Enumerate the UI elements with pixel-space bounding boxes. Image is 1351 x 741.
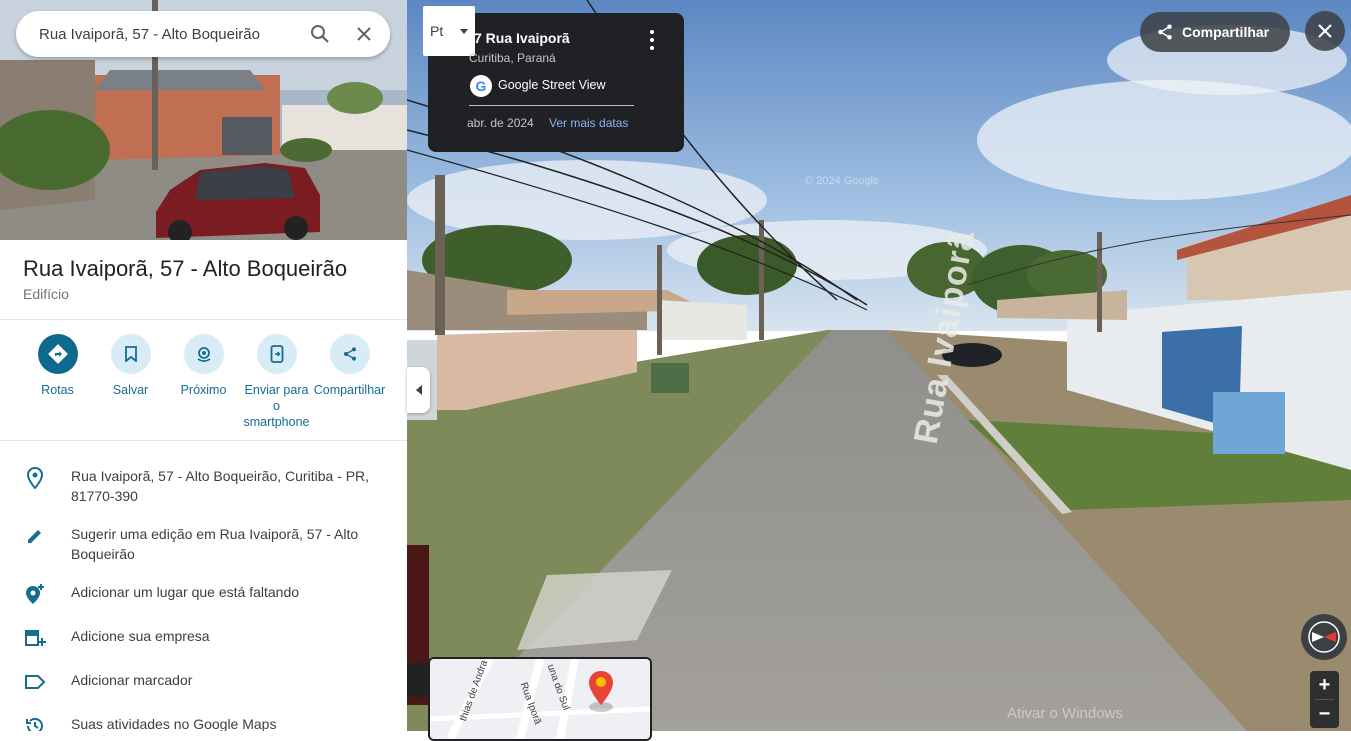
zoom-out-button[interactable]: − — [1310, 700, 1339, 728]
share-place-button[interactable]: Compartilhar — [313, 334, 386, 430]
collapse-panel-button[interactable] — [407, 367, 430, 413]
add-missing-place-row[interactable]: Adicionar um lugar que está faltando — [0, 572, 407, 614]
zoom-in-button[interactable]: + — [1310, 671, 1339, 699]
compass-button[interactable] — [1301, 614, 1347, 660]
layers-dropdown-button[interactable]: Pt — [423, 6, 475, 56]
place-side-panel: Rua Ivaiporã, 57 - Alto Boqueirão Rua Iv… — [0, 0, 407, 731]
place-title: Rua Ivaiporã, 57 - Alto Boqueirão — [23, 256, 348, 281]
share-button-label: Compartilhar — [1182, 24, 1270, 40]
pegman-marker-icon — [589, 671, 613, 712]
source-label: Google Street View — [498, 78, 606, 92]
city-name: Curitiba, Paraná — [469, 51, 556, 65]
close-street-view-button[interactable] — [1305, 11, 1345, 51]
add-business-text: Adicione sua empresa — [71, 628, 210, 644]
send-to-phone-icon — [256, 334, 297, 374]
share-icon — [329, 334, 370, 374]
more-dates-link[interactable]: Ver mais datas — [549, 116, 628, 130]
directions-button[interactable]: Rotas — [21, 334, 94, 430]
mini-map[interactable]: thias de Andra Rua Iporã una do Sul — [428, 657, 652, 741]
activity-row[interactable]: Suas atividades no Google Maps — [0, 702, 407, 731]
add-business-icon — [23, 626, 47, 650]
layers-label: Pt — [430, 23, 444, 39]
capture-date: abr. de 2024 — [467, 116, 534, 130]
share-place-label: Compartilhar — [313, 383, 386, 397]
windows-activation-watermark: Ativar o Windows — [1007, 705, 1123, 722]
card-divider — [469, 105, 634, 106]
add-label-text: Adicionar marcador — [71, 672, 193, 688]
directions-icon — [37, 334, 78, 374]
search-box[interactable]: Rua Ivaiporã, 57 - Alto Boqueirão — [16, 11, 390, 57]
google-logo-icon: G — [470, 75, 492, 97]
zoom-control: + − — [1310, 671, 1339, 728]
share-button[interactable]: Compartilhar — [1140, 12, 1290, 52]
divider — [0, 440, 407, 441]
chevron-left-icon — [415, 385, 422, 395]
location-pin-icon — [23, 466, 47, 490]
edit-pencil-icon — [23, 524, 47, 548]
clear-search-button[interactable] — [342, 12, 386, 56]
save-label: Salvar — [112, 383, 149, 397]
close-icon — [357, 27, 371, 41]
suggest-edit-text: Sugerir uma edição em Rua Ivaiporã, 57 -… — [71, 526, 359, 562]
nearby-button[interactable]: Próximo — [167, 334, 240, 430]
activity-text: Suas atividades no Google Maps — [71, 716, 277, 731]
divider — [0, 319, 407, 320]
search-icon — [311, 25, 329, 43]
add-place-icon — [23, 582, 47, 606]
nearby-icon — [183, 334, 224, 374]
save-button[interactable]: Salvar — [94, 334, 167, 430]
street-name: 7 Rua Ivaiporã — [474, 30, 570, 46]
send-to-phone-button[interactable]: Enviar para o smartphone — [240, 334, 313, 430]
add-business-row[interactable]: Adicione sua empresa — [0, 614, 407, 658]
bookmark-icon — [110, 334, 151, 374]
share-icon — [1156, 23, 1174, 41]
compass-icon — [1308, 621, 1340, 653]
suggest-edit-row[interactable]: Sugerir uma edição em Rua Ivaiporã, 57 -… — [0, 514, 407, 572]
add-label-row[interactable]: Adicionar marcador — [0, 658, 407, 702]
directions-label: Rotas — [41, 383, 74, 397]
place-info-list: Rua Ivaiporã, 57 - Alto Boqueirão, Curit… — [0, 458, 407, 731]
search-input[interactable]: Rua Ivaiporã, 57 - Alto Boqueirão — [16, 26, 298, 43]
address-row[interactable]: Rua Ivaiporã, 57 - Alto Boqueirão, Curit… — [0, 458, 407, 514]
send-to-phone-label: Enviar para o smartphone — [243, 383, 310, 429]
copyright-watermark: © 2024 Google — [805, 175, 880, 187]
history-icon — [23, 714, 47, 731]
chevron-down-icon — [460, 28, 468, 34]
search-button[interactable] — [298, 12, 342, 56]
more-options-icon[interactable] — [643, 30, 661, 50]
label-icon — [23, 670, 47, 694]
address-text: Rua Ivaiporã, 57 - Alto Boqueirão, Curit… — [71, 468, 370, 504]
action-buttons-row: Rotas Salvar Próximo Enviar para o smart… — [0, 334, 407, 430]
close-icon — [1318, 24, 1332, 38]
add-missing-place-text: Adicionar um lugar que está faltando — [71, 584, 300, 600]
place-category: Edifício — [23, 286, 69, 302]
nearby-label: Próximo — [180, 383, 227, 397]
